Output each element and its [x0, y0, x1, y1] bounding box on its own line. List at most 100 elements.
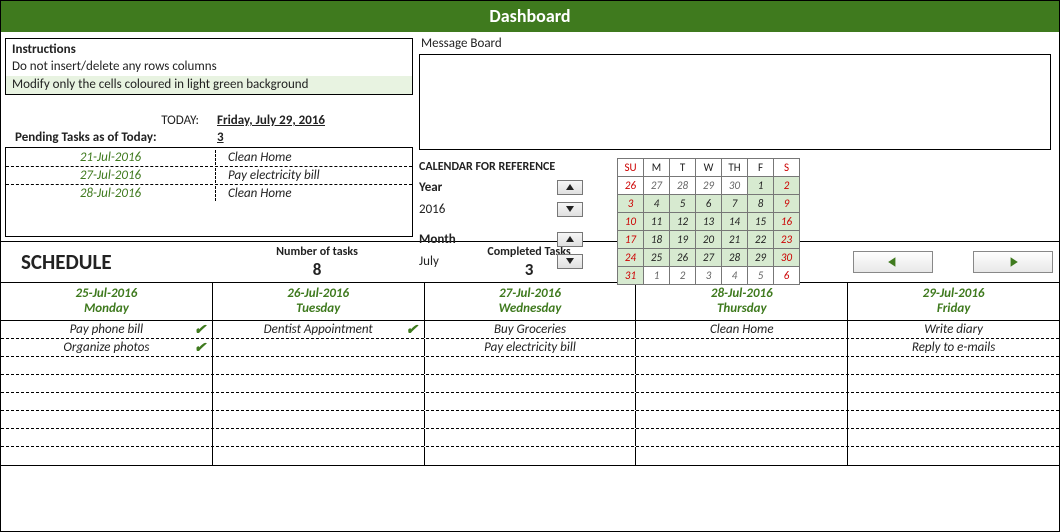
schedule-cell[interactable]	[213, 375, 425, 392]
schedule-cell[interactable]	[848, 393, 1059, 410]
year-down-button[interactable]	[557, 202, 583, 217]
calendar-day[interactable]: 14	[722, 213, 748, 231]
schedule-cell[interactable]	[848, 375, 1059, 392]
calendar-day[interactable]: 5	[670, 195, 696, 213]
schedule-cell[interactable]: Dentist Appointment✔	[213, 321, 425, 338]
schedule-cell[interactable]	[1, 375, 213, 392]
calendar-day[interactable]: 16	[774, 213, 800, 231]
calendar-day[interactable]: 30	[722, 177, 748, 195]
calendar-day[interactable]: 3	[618, 195, 644, 213]
schedule-cell[interactable]	[1, 447, 213, 465]
year-up-button[interactable]	[557, 180, 583, 195]
calendar-day[interactable]: 29	[748, 249, 774, 267]
schedule-cell[interactable]	[213, 447, 425, 465]
calendar-day[interactable]: 13	[696, 213, 722, 231]
calendar-day[interactable]: 26	[670, 249, 696, 267]
calendar-day[interactable]: 15	[748, 213, 774, 231]
numtasks-label: Number of tasks	[211, 245, 423, 259]
calendar-day[interactable]: 26	[618, 177, 644, 195]
schedule-cell[interactable]: Write diary	[848, 321, 1059, 338]
calendar-day[interactable]: 9	[774, 195, 800, 213]
schedule-cell[interactable]	[425, 357, 637, 374]
calendar-day[interactable]: 4	[722, 267, 748, 285]
calendar-day[interactable]: 3	[696, 267, 722, 285]
calendar-day[interactable]: 6	[774, 267, 800, 285]
calendar-day[interactable]: 19	[670, 231, 696, 249]
schedule-cell[interactable]	[213, 411, 425, 428]
calendar-day[interactable]: 1	[748, 177, 774, 195]
calendar-day[interactable]: 20	[696, 231, 722, 249]
calendar-day[interactable]: 27	[644, 177, 670, 195]
month-value[interactable]: July	[419, 254, 467, 269]
pending-task-row: 27-Jul-2016Pay electricity bill	[6, 167, 412, 185]
schedule-cell[interactable]	[425, 429, 637, 446]
calendar-day[interactable]: 7	[722, 195, 748, 213]
schedule-cell[interactable]	[213, 339, 425, 356]
calendar-day[interactable]: 29	[696, 177, 722, 195]
calendar-day[interactable]: 11	[644, 213, 670, 231]
schedule-cell[interactable]: Pay phone bill✔	[1, 321, 213, 338]
schedule-cell[interactable]	[636, 411, 848, 428]
schedule-cell[interactable]	[1, 411, 213, 428]
schedule-cell[interactable]	[848, 429, 1059, 446]
schedule-row	[1, 375, 1059, 393]
schedule-cell[interactable]: Organize photos✔	[1, 339, 213, 356]
calendar-day[interactable]: 17	[618, 231, 644, 249]
calendar-ref-title: CALENDAR FOR REFERENCE	[419, 160, 609, 174]
schedule-cell[interactable]	[213, 393, 425, 410]
schedule-cell[interactable]	[636, 447, 848, 465]
calendar-day[interactable]: 28	[670, 177, 696, 195]
schedule-cell[interactable]: Reply to e-mails	[848, 339, 1059, 356]
calendar-day[interactable]: 30	[774, 249, 800, 267]
schedule-cell[interactable]	[848, 447, 1059, 465]
numtasks-value: 8	[211, 259, 423, 280]
calendar-day[interactable]: 8	[748, 195, 774, 213]
calendar-day[interactable]: 23	[774, 231, 800, 249]
calendar-dow: W	[696, 159, 722, 177]
calendar-day[interactable]: 22	[748, 231, 774, 249]
schedule-cell[interactable]	[425, 411, 637, 428]
calendar-day[interactable]: 5	[748, 267, 774, 285]
schedule-cell[interactable]	[1, 393, 213, 410]
schedule-cell[interactable]: Pay electricity bill	[425, 339, 637, 356]
calendar-day[interactable]: 25	[644, 249, 670, 267]
schedule-cell[interactable]	[425, 393, 637, 410]
year-value[interactable]: 2016	[419, 202, 467, 217]
schedule-cell[interactable]	[1, 357, 213, 374]
calendar-day[interactable]: 4	[644, 195, 670, 213]
prev-week-button[interactable]	[853, 251, 933, 273]
schedule-cell[interactable]	[636, 357, 848, 374]
calendar-day[interactable]: 6	[696, 195, 722, 213]
calendar-day[interactable]: 10	[618, 213, 644, 231]
schedule-cell[interactable]	[213, 429, 425, 446]
calendar-day[interactable]: 2	[670, 267, 696, 285]
schedule-cell[interactable]	[636, 375, 848, 392]
today-label: TODAY:	[9, 113, 217, 128]
schedule-cell[interactable]	[636, 429, 848, 446]
calendar-day[interactable]: 21	[722, 231, 748, 249]
calendar-day[interactable]: 31	[618, 267, 644, 285]
month-up-button[interactable]	[557, 232, 583, 247]
calendar-day[interactable]: 28	[722, 249, 748, 267]
schedule-cell[interactable]	[636, 339, 848, 356]
schedule-cell[interactable]	[848, 357, 1059, 374]
calendar-day[interactable]: 18	[644, 231, 670, 249]
calendar-day[interactable]: 12	[670, 213, 696, 231]
schedule-cell[interactable]	[1, 429, 213, 446]
schedule-cell[interactable]	[213, 357, 425, 374]
calendar-day[interactable]: 24	[618, 249, 644, 267]
next-week-button[interactable]	[973, 251, 1053, 273]
schedule-cell[interactable]: Buy Groceries	[425, 321, 637, 338]
schedule-cell[interactable]	[425, 447, 637, 465]
calendar-day[interactable]: 1	[644, 267, 670, 285]
schedule-cell[interactable]	[848, 411, 1059, 428]
schedule-cell[interactable]	[425, 375, 637, 392]
schedule-cell[interactable]: Clean Home	[636, 321, 848, 338]
calendar-day[interactable]: 27	[696, 249, 722, 267]
schedule-row: Organize photos✔ Pay electricity bill Repl…	[1, 339, 1059, 357]
month-down-button[interactable]	[557, 254, 583, 269]
calendar-day[interactable]: 2	[774, 177, 800, 195]
schedule-cell[interactable]	[636, 393, 848, 410]
day-name: Thursday	[636, 301, 847, 320]
message-board-input[interactable]	[419, 54, 1051, 150]
